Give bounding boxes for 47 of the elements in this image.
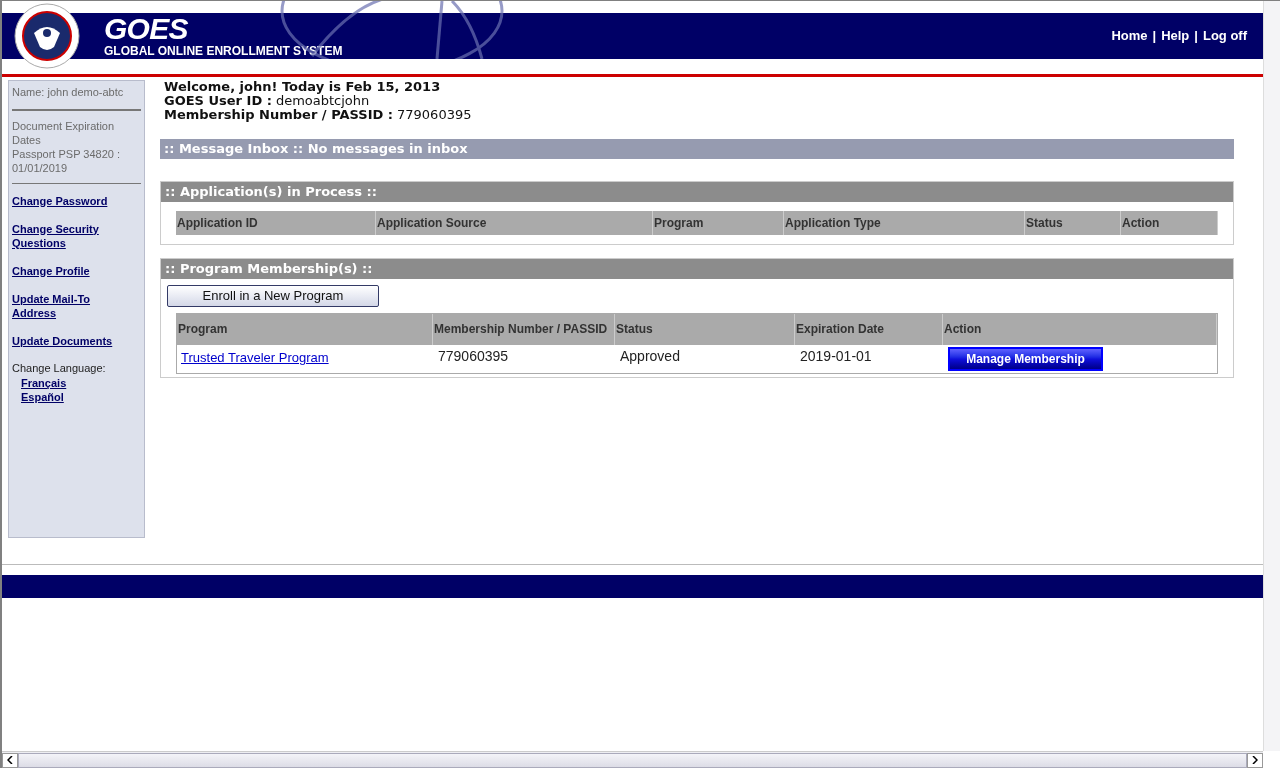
membership-value: 779060395 <box>397 108 472 122</box>
document-expiration-text: Document Expiration Dates <box>12 118 116 147</box>
nav-link[interactable]: Help <box>1161 26 1190 46</box>
logo-title: GOES <box>104 14 189 44</box>
seal-logo <box>14 3 80 69</box>
user-id-value: demoabtcjohn <box>275 94 370 108</box>
language-link[interactable]: Français <box>21 376 67 390</box>
column-header: Status <box>1025 211 1121 235</box>
program-link[interactable]: Trusted Traveler Program <box>181 350 329 366</box>
table-cell-text: 779060395 <box>437 347 510 367</box>
membership-label: Membership Number / PASSID : <box>164 108 394 122</box>
sidebar-link[interactable]: Change Password <box>12 193 141 208</box>
column-header: Program <box>653 211 784 235</box>
language-link[interactable]: Español <box>21 390 64 404</box>
nav-separator: | <box>1194 27 1198 46</box>
scroll-left-button[interactable] <box>2 752 18 768</box>
sidebar-link[interactable]: Change Profile <box>12 263 141 278</box>
table-cell-text: 2019-01-01 <box>799 347 873 367</box>
user-id-label: GOES User ID : <box>164 94 272 108</box>
logo-subtitle: GLOBAL ONLINE ENROLLMENT SYSTEM <box>104 44 343 58</box>
message-inbox-bar: :: Message Inbox :: No messages in inbox <box>160 139 1234 159</box>
section-header: :: Program Membership(s) :: <box>161 259 1233 279</box>
nav-link[interactable]: Home <box>1111 26 1148 46</box>
nav-separator: | <box>1152 27 1157 46</box>
column-header: Program <box>177 314 433 346</box>
user-name: Name: john demo-abtc <box>12 85 125 100</box>
column-header: Action <box>1121 211 1218 235</box>
table-cell-text: Approved <box>619 347 681 367</box>
column-header: Application ID <box>176 211 376 235</box>
column-header: Action <box>943 314 1217 346</box>
sidebar-link[interactable]: Change Security Questions <box>12 221 141 250</box>
section-header: :: Application(s) in Process :: <box>161 182 1233 202</box>
column-header: Application Source <box>376 211 653 235</box>
welcome-text: Welcome, john! Today is Feb 15, 2013 <box>164 80 442 94</box>
column-header: Expiration Date <box>795 314 943 346</box>
sidebar-link[interactable]: Update Mail-To Address <box>12 291 141 320</box>
enroll-button[interactable]: Enroll in a New Program <box>167 285 379 307</box>
column-header: Application Type <box>784 211 1025 235</box>
document-expiration-text: 01/01/2019 <box>12 160 69 175</box>
column-header: Membership Number / PASSID <box>433 314 615 346</box>
nav-link[interactable]: Log off <box>1202 26 1247 46</box>
document-expiration-text: Passport PSP 34820 : <box>12 146 122 161</box>
scroll-right-button[interactable] <box>1247 752 1263 768</box>
sidebar-link[interactable]: Update Documents <box>12 333 141 348</box>
language-label: Change Language: <box>12 360 107 376</box>
column-header: Status <box>615 314 795 346</box>
manage-membership-button[interactable]: Manage Membership <box>948 347 1103 372</box>
